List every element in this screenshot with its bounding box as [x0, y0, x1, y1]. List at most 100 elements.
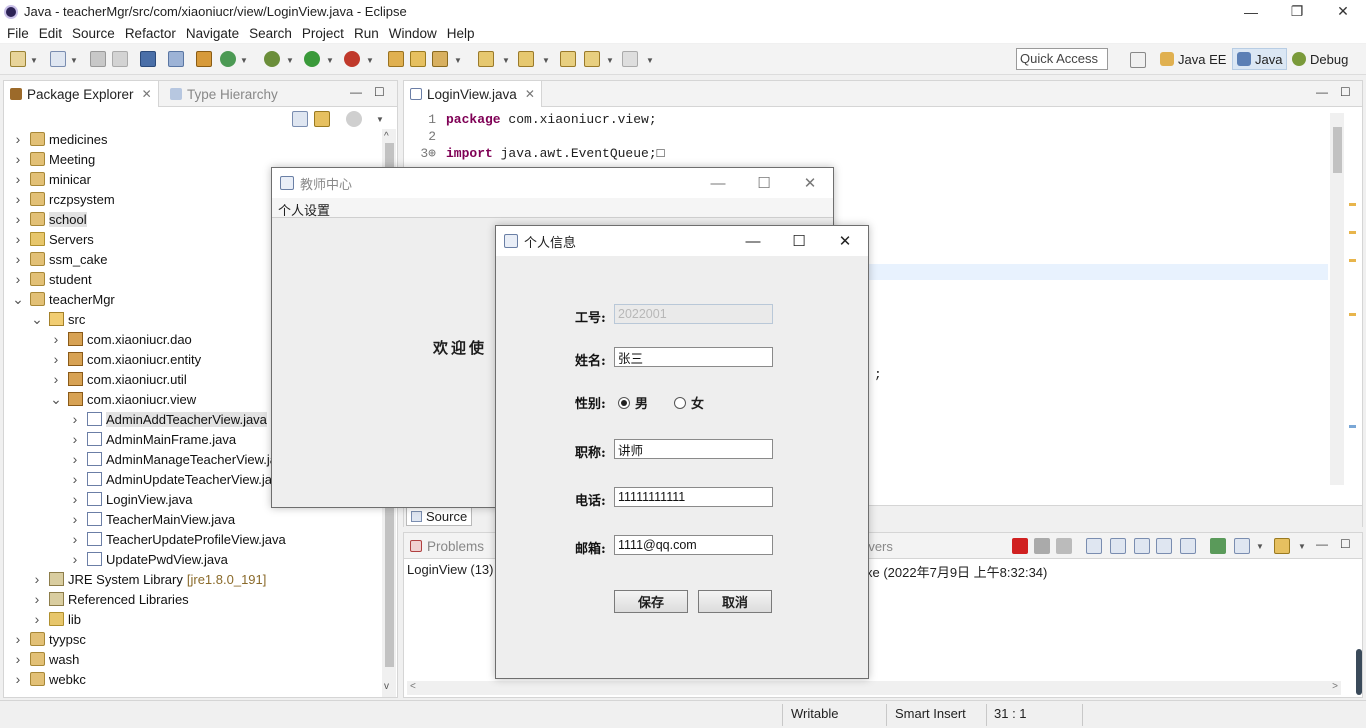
collapsed-chevron-icon[interactable]: › — [69, 531, 81, 547]
prev-annotation-icon[interactable] — [518, 51, 534, 67]
perspective-debug[interactable]: Debug — [1288, 48, 1352, 70]
cancel-button[interactable]: 取消 — [698, 590, 772, 613]
collapsed-chevron-icon[interactable]: › — [12, 171, 24, 187]
menu-refactor[interactable]: Refactor — [120, 26, 181, 41]
maximize-view-icon[interactable]: ☐ — [374, 85, 385, 99]
display-console-dropdown-icon[interactable]: ▼ — [1256, 542, 1264, 551]
collapsed-chevron-icon[interactable]: › — [31, 591, 43, 607]
editor-scroll-thumb[interactable] — [1333, 127, 1342, 173]
code-line-2[interactable]: 2 — [404, 128, 446, 145]
tab-source[interactable]: Source — [406, 507, 473, 526]
tree-item[interactable]: › tyypsc — [4, 629, 86, 649]
collapsed-chevron-icon[interactable]: › — [69, 471, 81, 487]
new-icon[interactable] — [10, 51, 26, 67]
tree-item[interactable]: › UpdatePwdView.java — [4, 549, 228, 569]
collapsed-chevron-icon[interactable]: › — [69, 451, 81, 467]
minimize-button[interactable]: — — [1228, 0, 1274, 23]
restore-button[interactable]: ❐ — [1274, 0, 1320, 23]
tree-item[interactable]: › lib — [4, 609, 81, 629]
save-all-icon[interactable] — [112, 51, 128, 67]
scroll-right-icon[interactable]: > — [1332, 681, 1338, 692]
show-stdout-icon[interactable] — [1156, 538, 1172, 554]
menu-window[interactable]: Window — [384, 26, 442, 41]
tree-item[interactable]: › student — [4, 269, 92, 289]
open-folder-icon[interactable] — [410, 51, 426, 67]
search-dropdown-icon[interactable]: ▼ — [454, 56, 462, 65]
collapsed-chevron-icon[interactable]: › — [69, 411, 81, 427]
new-dropdown-icon[interactable]: ▼ — [30, 56, 38, 65]
word-wrap-icon[interactable] — [1134, 538, 1150, 554]
close-button[interactable]: ✕ — [1320, 0, 1366, 23]
collapsed-chevron-icon[interactable]: › — [12, 191, 24, 207]
maximize-button[interactable]: ☐ — [741, 168, 787, 198]
minimize-view-icon[interactable]: — — [350, 85, 362, 99]
tree-item[interactable]: › ssm_cake — [4, 249, 108, 269]
clear-console-icon[interactable] — [1086, 538, 1102, 554]
collapse-all-icon[interactable] — [292, 111, 308, 127]
debug-dropdown-icon[interactable]: ▼ — [286, 56, 294, 65]
editor-scrollbar[interactable] — [1330, 113, 1344, 485]
menu-edit[interactable]: Edit — [34, 26, 67, 41]
scroll-down-icon[interactable]: v — [384, 681, 389, 692]
close-tab-icon[interactable]: ✕ — [142, 87, 152, 101]
collapsed-chevron-icon[interactable]: › — [31, 611, 43, 627]
tree-item[interactable]: › rczpsystem — [4, 189, 115, 209]
maximize-button[interactable]: ☐ — [776, 226, 822, 256]
collapsed-chevron-icon[interactable]: › — [12, 131, 24, 147]
scroll-up-icon[interactable]: ^ — [384, 131, 389, 142]
tree-item[interactable]: › AdminMainFrame.java — [4, 429, 236, 449]
display-console-icon[interactable] — [1234, 538, 1250, 554]
minimize-button[interactable]: — — [695, 168, 741, 198]
skip-breakpoints-icon[interactable] — [168, 51, 184, 67]
id-field[interactable] — [614, 304, 773, 324]
tree-item[interactable]: ⌄ src — [4, 309, 85, 329]
focus-task-icon[interactable] — [346, 111, 362, 127]
collapsed-chevron-icon[interactable]: › — [50, 371, 62, 387]
close-button[interactable]: ✕ — [787, 168, 833, 198]
tree-item[interactable]: ⌄ com.xiaoniucr.view — [4, 389, 196, 409]
collapsed-chevron-icon[interactable]: › — [12, 671, 24, 687]
gender-male-radio[interactable]: 男 — [618, 393, 648, 412]
name-field[interactable] — [614, 347, 773, 367]
editor-minimize-icon[interactable]: — — [1316, 85, 1328, 99]
menu-personal-settings[interactable]: 个人设置 — [278, 200, 330, 219]
tree-item[interactable]: › AdminManageTeacherView.ja — [4, 449, 277, 469]
expanded-chevron-icon[interactable]: ⌄ — [12, 291, 24, 308]
collapsed-chevron-icon[interactable]: › — [69, 551, 81, 567]
prev-annotation-dropdown-icon[interactable]: ▼ — [542, 56, 550, 65]
back-icon[interactable] — [584, 51, 600, 67]
console-side-thumb[interactable] — [1356, 649, 1362, 695]
tree-item[interactable]: › AdminUpdateTeacherView.ja — [4, 469, 272, 489]
collapsed-chevron-icon[interactable]: › — [12, 231, 24, 247]
tree-item[interactable]: › LoginView.java — [4, 489, 193, 509]
tab-loginview[interactable]: LoginView.java ✕ — [404, 81, 542, 107]
scroll-lock-icon[interactable] — [1110, 538, 1126, 554]
menu-search[interactable]: Search — [244, 26, 297, 41]
pin-console-icon[interactable] — [1210, 538, 1226, 554]
menu-project[interactable]: Project — [297, 26, 349, 41]
tree-item[interactable]: › Referenced Libraries — [4, 589, 189, 609]
collapsed-chevron-icon[interactable]: › — [12, 651, 24, 667]
open-console-icon[interactable] — [1274, 538, 1290, 554]
tree-item[interactable]: › AdminAddTeacherView.java — [4, 409, 267, 429]
expanded-chevron-icon[interactable]: ⌄ — [50, 391, 62, 408]
phone-field[interactable] — [614, 487, 773, 507]
tab-type-hierarchy[interactable]: Type Hierarchy — [164, 81, 284, 107]
remove-launch-icon[interactable] — [1034, 538, 1050, 554]
view-menu-icon[interactable]: ▼ — [376, 115, 384, 124]
collapsed-chevron-icon[interactable]: › — [50, 331, 62, 347]
next-annotation-dropdown-icon[interactable]: ▼ — [502, 56, 510, 65]
perspective-java[interactable]: Java — [1232, 48, 1288, 70]
new-wizard-dropdown-icon[interactable]: ▼ — [70, 56, 78, 65]
console-minimize-icon[interactable]: — — [1316, 537, 1328, 551]
last-edit-icon[interactable] — [560, 51, 576, 67]
search-toolbar-icon[interactable] — [432, 51, 448, 67]
email-field[interactable] — [614, 535, 773, 555]
forward-icon[interactable] — [622, 51, 638, 67]
open-console-dropdown-icon[interactable]: ▼ — [1298, 542, 1306, 551]
open-type-icon[interactable] — [388, 51, 404, 67]
console-maximize-icon[interactable]: ☐ — [1340, 537, 1351, 551]
tree-item[interactable]: › TeacherMainView.java — [4, 509, 235, 529]
tab-package-explorer[interactable]: Package Explorer ✕ — [4, 81, 159, 107]
package-icon[interactable] — [196, 51, 212, 67]
